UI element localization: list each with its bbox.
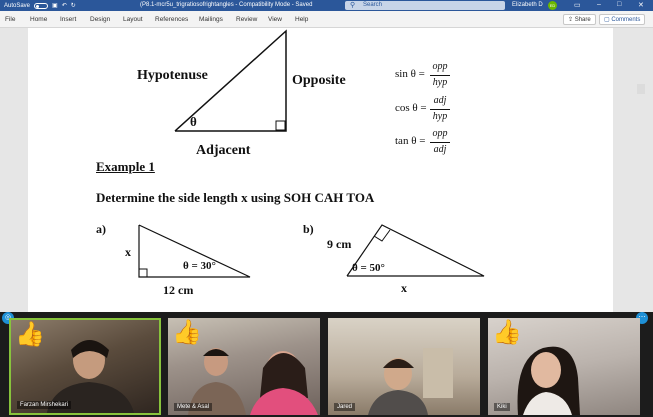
- a-base-label: 12 cm: [163, 283, 194, 297]
- word-window: AutoSave ▣ ↶ ↻ (P8.1-mcr5u_trigratiosofr…: [0, 0, 653, 417]
- example-heading: Example 1: [96, 159, 155, 174]
- a-side-x-label: x: [125, 245, 131, 259]
- hypotenuse-label: Hypotenuse: [137, 68, 208, 83]
- close-icon[interactable]: ✕: [638, 1, 644, 9]
- tab-home[interactable]: Home: [30, 16, 47, 23]
- comments-label: Comments: [611, 17, 641, 23]
- adjacent-label: Adjacent: [196, 143, 251, 158]
- b-base-label: x: [401, 281, 407, 295]
- a-angle-label: θ = 30°: [183, 260, 216, 272]
- participant-tile-jared[interactable]: Jared: [328, 318, 480, 415]
- part-b-label: b): [303, 222, 314, 236]
- sin-fraction-bar: [430, 75, 450, 76]
- user-name[interactable]: Elizabeth D: [512, 2, 543, 8]
- tab-layout[interactable]: Layout: [123, 16, 143, 23]
- participant-name: Farzan Mirshekari: [17, 401, 72, 409]
- scrollbar-thumb[interactable]: [637, 84, 645, 94]
- tab-file[interactable]: File: [5, 16, 15, 23]
- sin-numerator: opp: [432, 61, 448, 72]
- search-icon: ⚲: [350, 2, 356, 9]
- maximize-icon[interactable]: □: [617, 1, 621, 8]
- ribbon-tabs: File Home Insert Design Layout Reference…: [0, 11, 653, 28]
- cos-fraction-bar: [430, 109, 450, 110]
- search-placeholder: Search: [363, 2, 383, 8]
- tan-fraction-bar: [430, 142, 450, 143]
- share-button[interactable]: ⇪ Share: [563, 14, 596, 25]
- sin-denominator: hyp: [432, 77, 448, 88]
- participant-name: Kiki: [494, 403, 510, 411]
- tab-review[interactable]: Review: [236, 16, 257, 23]
- opposite-label: Opposite: [292, 73, 346, 88]
- tan-numerator: opp: [432, 128, 448, 139]
- cos-formula: cos θ =: [395, 102, 427, 114]
- tab-insert[interactable]: Insert: [60, 16, 76, 23]
- comments-button[interactable]: ▢ Comments: [599, 14, 646, 25]
- autosave-toggle[interactable]: [34, 2, 49, 9]
- tab-design[interactable]: Design: [90, 16, 110, 23]
- participant-silhouette: [368, 348, 453, 415]
- share-icon: ⇪: [568, 17, 575, 23]
- search-box[interactable]: ⚲ Search: [345, 1, 505, 10]
- part-a-label: a): [96, 222, 106, 236]
- participant-tile-kiki[interactable]: 👍 Kiki: [488, 318, 640, 415]
- minimize-icon[interactable]: –: [597, 1, 601, 8]
- thumbs-up-icon: 👍: [492, 319, 522, 346]
- tab-view[interactable]: View: [268, 16, 282, 23]
- participant-name: Jared: [334, 403, 356, 411]
- instruction-text: Determine the side length x using SOH CA…: [96, 190, 375, 205]
- participant-tile-mete-asal[interactable]: 👍 Mete & Asal: [168, 318, 320, 415]
- document-title: (P8.1-mcr5u_trigratiosofrightangles - Co…: [140, 2, 313, 8]
- ribbon-options-icon[interactable]: ▭: [574, 1, 581, 9]
- document-page[interactable]: Hypotenuse Opposite θ Adjacent sin θ = o…: [28, 28, 613, 328]
- thumbs-up-icon: 👍: [15, 321, 45, 348]
- sin-formula: sin θ =: [395, 68, 425, 80]
- save-icon[interactable]: ▣: [52, 2, 58, 9]
- share-label: Share: [574, 17, 591, 23]
- title-bar: AutoSave ▣ ↶ ↻ (P8.1-mcr5u_trigratiosofr…: [0, 0, 653, 11]
- theta-label: θ: [190, 114, 197, 129]
- tan-formula: tan θ =: [395, 135, 426, 147]
- tan-denominator: adj: [433, 144, 447, 155]
- autosave-label: AutoSave: [4, 2, 31, 9]
- redo-icon[interactable]: ↻: [71, 2, 76, 9]
- b-angle-label: θ = 50°: [352, 262, 385, 274]
- cos-denominator: hyp: [432, 111, 448, 122]
- tab-mailings[interactable]: Mailings: [199, 16, 223, 23]
- thumbs-up-icon: 👍: [172, 319, 202, 346]
- participant-name: Mete & Asal: [174, 403, 213, 411]
- tab-help[interactable]: Help: [295, 16, 308, 23]
- tab-references[interactable]: References: [155, 16, 188, 23]
- undo-icon[interactable]: ↶: [62, 2, 67, 9]
- avatar[interactable]: ED: [548, 1, 557, 10]
- b-side-label: 9 cm: [327, 237, 352, 251]
- participant-tile-farzan[interactable]: 👍 Farzan Mirshekari: [9, 318, 161, 415]
- cos-numerator: adj: [433, 95, 447, 106]
